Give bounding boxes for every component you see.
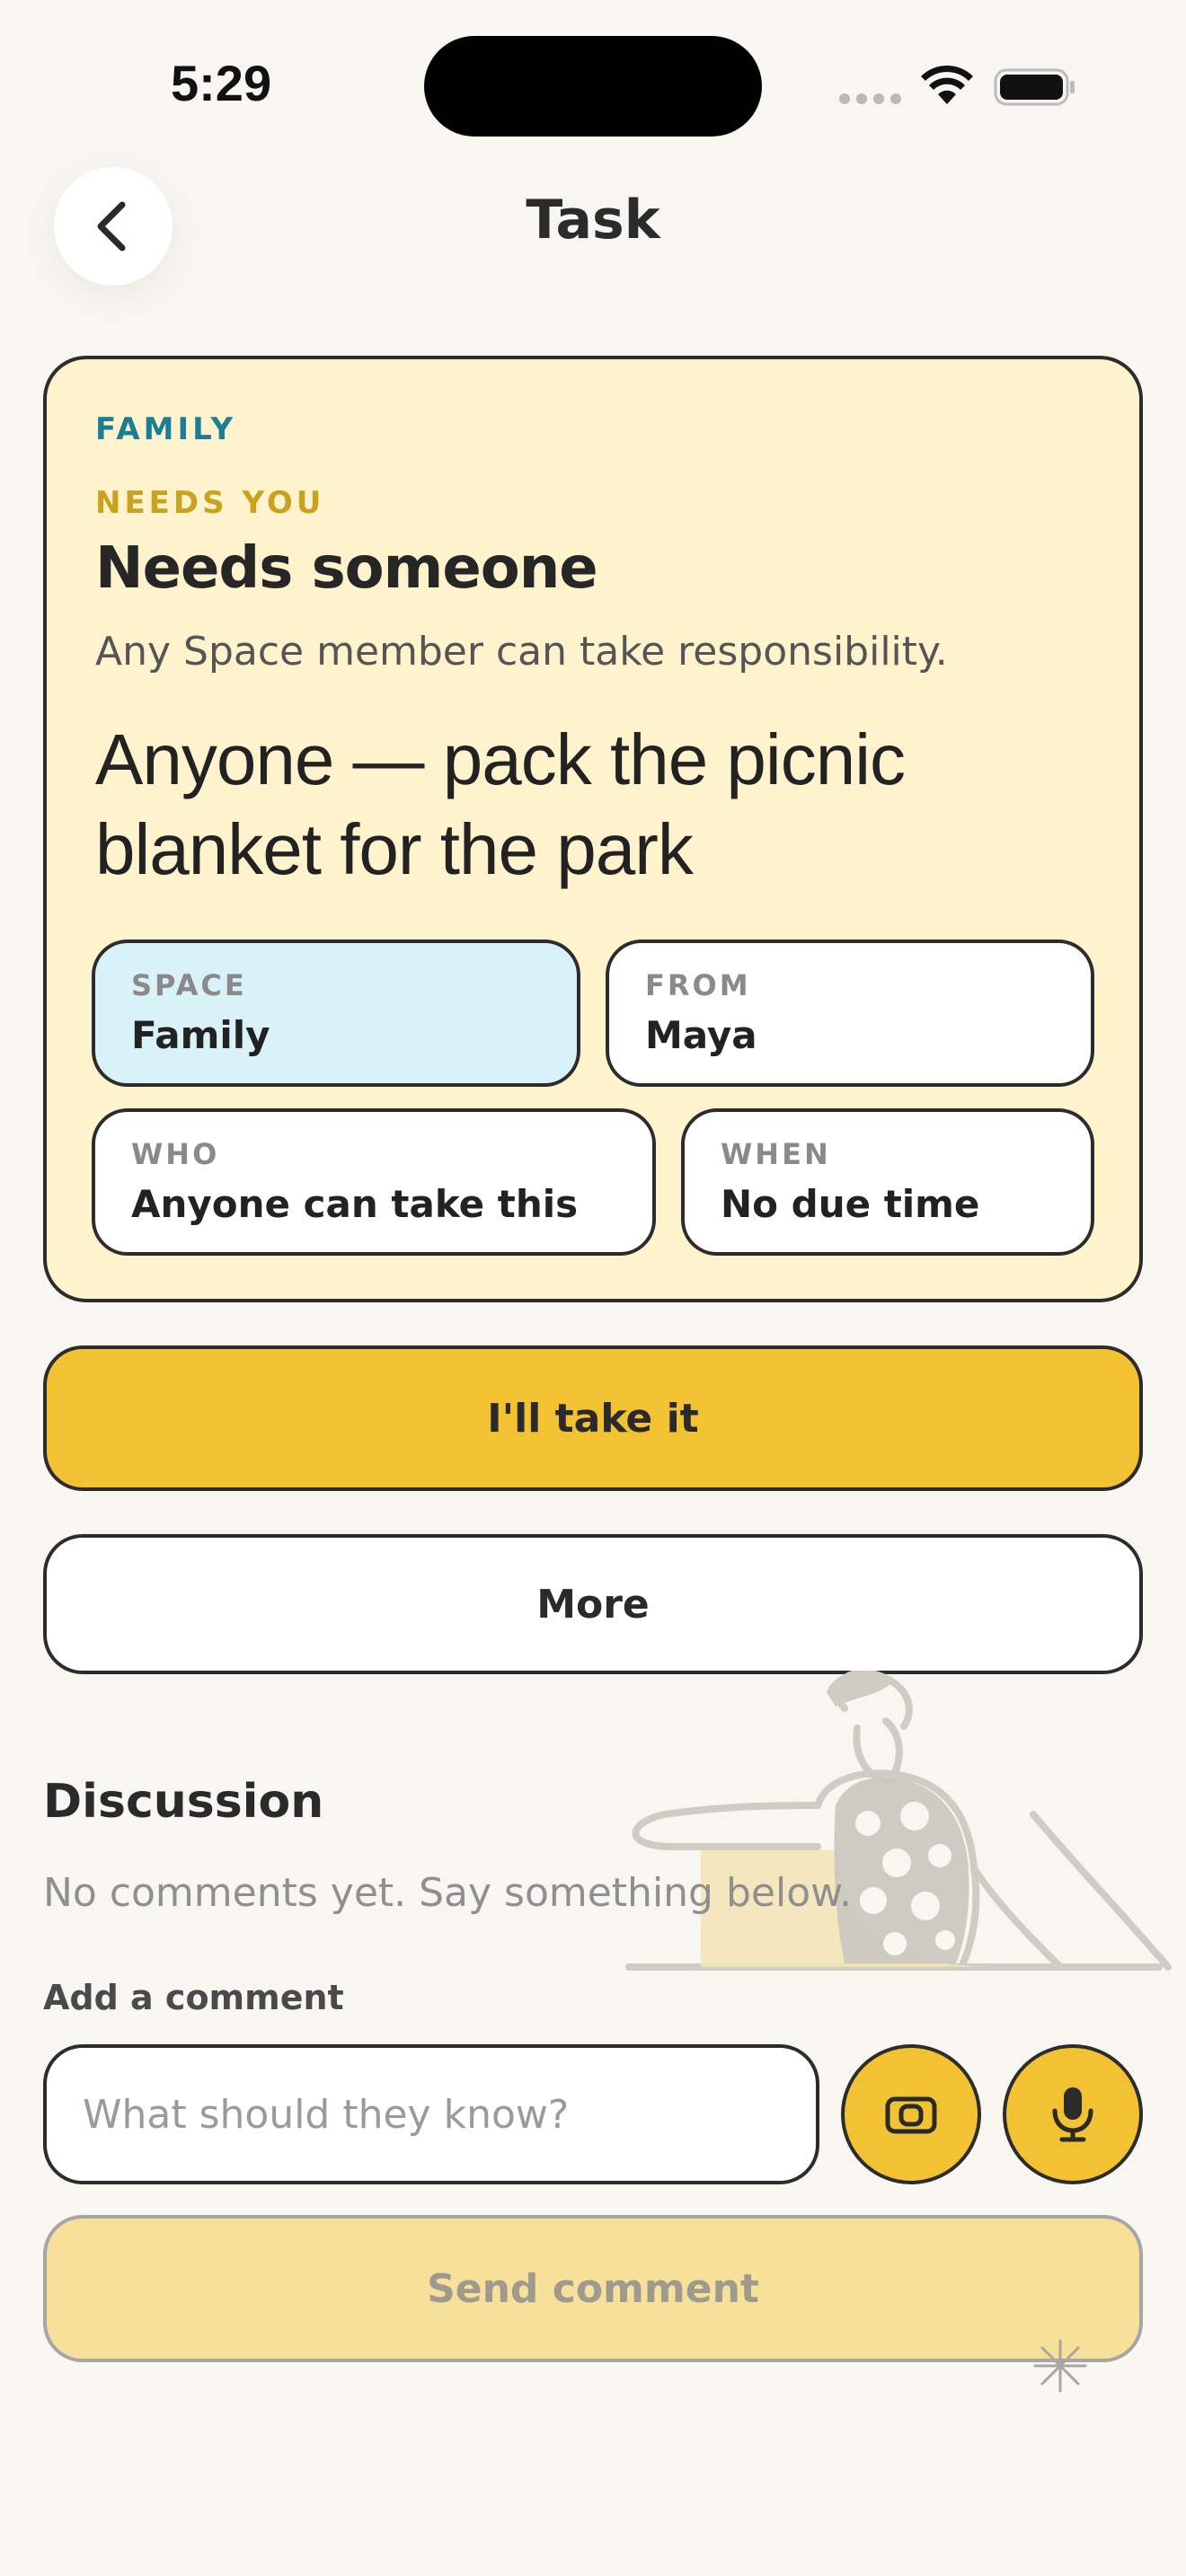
page-title: Task — [526, 189, 660, 251]
who-label: WHO — [131, 1137, 220, 1171]
battery-icon — [994, 68, 1075, 106]
camera-icon — [885, 2096, 937, 2134]
comment-label: Add a comment — [43, 1978, 344, 2017]
more-button[interactable]: More — [43, 1534, 1143, 1674]
wifi-icon — [921, 65, 973, 104]
microphone-icon — [1052, 2087, 1093, 2142]
when-label: WHEN — [721, 1137, 831, 1171]
status-description: Any Space member can take responsibility… — [95, 629, 948, 675]
space-chip[interactable]: SPACE Family — [92, 940, 580, 1087]
when-value: No due time — [721, 1182, 980, 1226]
camera-button[interactable] — [841, 2044, 981, 2184]
space-label: SPACE — [131, 968, 247, 1002]
send-comment-button[interactable]: Send comment — [43, 2215, 1143, 2362]
status-bar: 5:29 — [0, 0, 1186, 171]
from-value: Maya — [645, 1013, 757, 1057]
take-task-button[interactable]: I'll take it — [43, 1345, 1143, 1491]
dynamic-island — [424, 36, 762, 137]
comment-input[interactable] — [43, 2044, 819, 2184]
cellular-signal-icon — [839, 93, 902, 106]
task-title: Anyone — pack the picnic blanket for the… — [95, 719, 906, 889]
when-chip[interactable]: WHEN No due time — [681, 1108, 1094, 1256]
status-kicker: NEEDS YOU — [95, 485, 325, 521]
who-value: Anyone can take this — [131, 1182, 579, 1226]
empty-comments-text: No comments yet. Say something below. — [43, 1870, 853, 1916]
discussion-heading: Discussion — [43, 1775, 324, 1829]
space-kicker: FAMILY — [95, 411, 237, 447]
who-chip[interactable]: WHO Anyone can take this — [92, 1108, 656, 1256]
task-card: FAMILY NEEDS YOU Needs someone Any Space… — [43, 356, 1143, 1302]
status-heading: Needs someone — [95, 535, 598, 602]
status-time: 5:29 — [171, 55, 272, 111]
sparkle-icon — [1033, 2339, 1087, 2393]
microphone-button[interactable] — [1003, 2044, 1143, 2184]
from-chip[interactable]: FROM Maya — [606, 940, 1094, 1087]
from-label: FROM — [645, 968, 751, 1002]
space-value: Family — [131, 1013, 270, 1057]
